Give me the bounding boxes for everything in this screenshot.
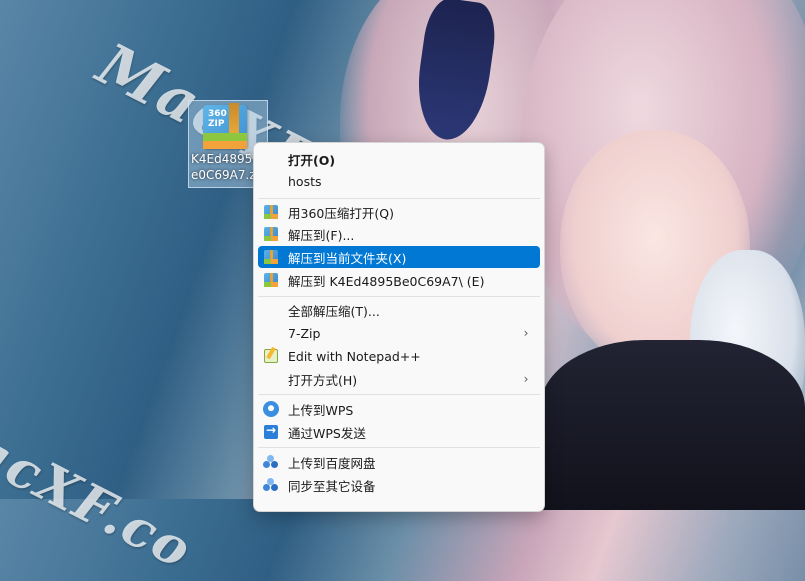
menu-item-label: hosts	[288, 173, 322, 189]
menu-item-send-wps[interactable]: 通过WPS发送	[258, 421, 540, 443]
blank-icon	[262, 370, 280, 388]
menu-item-open-with-360zip[interactable]: 用360压缩打开(Q)	[258, 201, 540, 223]
menu-item-label: 全部解压缩(T)...	[288, 303, 380, 319]
zip-icon	[264, 227, 278, 241]
menu-separator	[258, 296, 540, 297]
blank-icon	[262, 301, 280, 319]
menu-item-label: 上传到百度网盘	[288, 455, 376, 471]
baidu-netdisk-icon	[263, 455, 279, 469]
menu-item-label: 解压到当前文件夹(X)	[288, 250, 407, 266]
menu-item-upload-wps[interactable]: 上传到WPS	[258, 398, 540, 420]
menu-item-extract-to[interactable]: 解压到(F)...	[258, 223, 540, 245]
zip-icon	[264, 250, 278, 264]
blank-icon	[262, 150, 280, 168]
menu-item-label: 打开方式(H)	[288, 372, 358, 388]
menu-item-edit-notepadpp[interactable]: Edit with Notepad++	[258, 345, 540, 367]
zip-archive-icon: 360 ZIP	[203, 103, 247, 149]
chevron-right-icon: ›	[523, 372, 529, 386]
menu-item-label: Edit with Notepad++	[288, 348, 421, 364]
menu-item-open[interactable]: 打开(O)	[258, 148, 540, 170]
blank-icon	[262, 324, 280, 342]
menu-item-label: 打开(O)	[288, 152, 336, 168]
menu-item-label: 解压到 K4Ed4895Be0C69A7\ (E)	[288, 273, 485, 289]
menu-item-label: 7-Zip	[288, 325, 321, 341]
notepadpp-icon-wrap	[262, 347, 280, 365]
menu-item-label: 用360压缩打开(Q)	[288, 205, 394, 221]
zip-icon	[264, 273, 278, 287]
menu-item-upload-baidu[interactable]: 上传到百度网盘	[258, 451, 540, 473]
chevron-right-icon: ›	[523, 326, 529, 340]
cloud-upload-icon	[263, 401, 279, 417]
blank-icon	[262, 172, 280, 190]
zip-icon-wrap	[262, 225, 280, 243]
baidu-icon-wrap	[262, 453, 280, 471]
zip-stripe-green	[203, 133, 247, 141]
zip-icon	[264, 205, 278, 219]
zip-badge-label: ZIP	[208, 119, 225, 129]
send-icon-wrap	[262, 423, 280, 441]
notepadpp-icon	[264, 349, 278, 363]
menu-item-extract-to-folder[interactable]: 解压到 K4Ed4895Be0C69A7\ (E)	[258, 269, 540, 291]
wallpaper-dress	[540, 340, 805, 510]
menu-item-label: 上传到WPS	[288, 402, 354, 418]
baidu-icon-wrap	[262, 476, 280, 494]
menu-separator	[258, 447, 540, 448]
menu-item-extract-all[interactable]: 全部解压缩(T)...	[258, 299, 540, 321]
menu-item-hosts[interactable]: hosts	[258, 170, 540, 192]
zip-icon-wrap	[262, 248, 280, 266]
cloud-icon-wrap	[262, 400, 280, 418]
zip-icon-wrap	[262, 271, 280, 289]
menu-separator	[258, 394, 540, 395]
zip-stripe-orange	[203, 141, 247, 149]
context-menu: 打开(O) hosts 用360压缩打开(Q) 解压到(F)... 解压到当前文…	[253, 142, 545, 512]
menu-item-label: 解压到(F)...	[288, 227, 355, 243]
menu-item-open-with[interactable]: 打开方式(H) ›	[258, 368, 540, 390]
menu-item-label: 通过WPS发送	[288, 425, 366, 441]
menu-item-7zip[interactable]: 7-Zip ›	[258, 322, 540, 344]
menu-item-label: 同步至其它设备	[288, 478, 376, 494]
zip-badge-number: 360	[208, 109, 227, 119]
menu-item-extract-here[interactable]: 解压到当前文件夹(X)	[258, 246, 540, 268]
menu-item-sync-devices[interactable]: 同步至其它设备	[258, 474, 540, 496]
send-icon	[264, 423, 278, 439]
zip-icon-wrap	[262, 203, 280, 221]
menu-separator	[258, 198, 540, 199]
baidu-netdisk-icon	[263, 478, 279, 492]
